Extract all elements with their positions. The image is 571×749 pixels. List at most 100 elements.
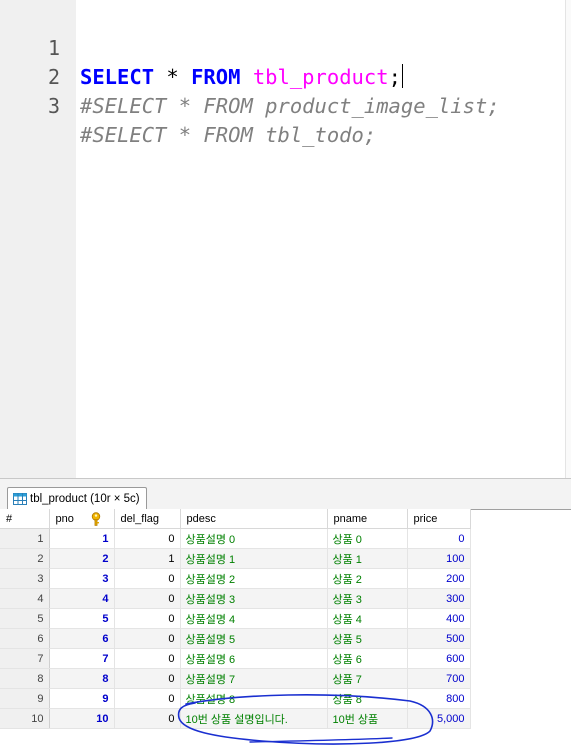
cell-del-flag[interactable]: 0 <box>114 528 181 549</box>
cell-pno[interactable]: 9 <box>49 688 115 709</box>
table-row[interactable]: 8 8 0 상품설명 7 상품 7 700 <box>0 668 471 689</box>
sql-space <box>240 65 252 89</box>
cell-price[interactable]: 0 <box>407 528 471 549</box>
grid-icon <box>13 492 27 505</box>
grid-header-row: # pno del_flag pdesc pname price <box>0 509 471 529</box>
column-header-pdesc[interactable]: pdesc <box>180 509 328 529</box>
cell-pdesc[interactable]: 상품설명 5 <box>180 628 328 649</box>
cell-pdesc[interactable]: 상품설명 2 <box>180 568 328 589</box>
row-number-cell[interactable]: 8 <box>0 668 50 689</box>
cell-pname[interactable]: 상품 1 <box>327 548 408 569</box>
column-header-price[interactable]: price <box>407 509 471 529</box>
row-number-cell[interactable]: 4 <box>0 588 50 609</box>
column-header-rownum[interactable]: # <box>0 509 50 529</box>
editor-line-2[interactable]: 2 #SELECT * FROM product_image_list; <box>0 34 500 118</box>
cell-pdesc[interactable]: 상품설명 0 <box>180 528 328 549</box>
cell-pname[interactable]: 상품 3 <box>327 588 408 609</box>
cell-pdesc[interactable]: 상품설명 1 <box>180 548 328 569</box>
cell-pno[interactable]: 1 <box>49 528 115 549</box>
cell-del-flag[interactable]: 0 <box>114 688 181 709</box>
row-number-cell[interactable]: 2 <box>0 548 50 569</box>
sql-operator: * <box>154 65 192 89</box>
row-number-cell[interactable]: 1 <box>0 528 50 549</box>
result-tab-label: tbl_product (10r × 5c) <box>30 492 140 505</box>
cell-pname[interactable]: 상품 5 <box>327 628 408 649</box>
column-header-pno[interactable]: pno <box>49 509 115 529</box>
cell-pname[interactable]: 상품 2 <box>327 568 408 589</box>
cell-del-flag[interactable]: 0 <box>114 568 181 589</box>
cell-pname[interactable]: 10번 상품 <box>327 708 408 729</box>
cell-price[interactable]: 100 <box>407 548 471 569</box>
editor-line-3[interactable]: 3 #SELECT * FROM tbl_todo; <box>0 63 376 147</box>
table-row[interactable]: 5 5 0 상품설명 4 상품 4 400 <box>0 608 471 629</box>
table-row[interactable]: 4 4 0 상품설명 3 상품 3 300 <box>0 588 471 609</box>
sql-terminator: ; <box>388 65 401 89</box>
result-grid[interactable]: # pno del_flag pdesc pname price 1 1 0 상품설명… <box>0 509 571 749</box>
editor-scrollbar[interactable] <box>565 0 571 478</box>
cell-pname[interactable]: 상품 6 <box>327 648 408 669</box>
table-row[interactable]: 1 1 0 상품설명 0 상품 00 <box>0 528 471 549</box>
cell-price[interactable]: 600 <box>407 648 471 669</box>
cell-pno[interactable]: 5 <box>49 608 115 629</box>
editor-line-1[interactable]: 1 SELECT * FROM tbl_product; <box>0 5 403 89</box>
cell-del-flag[interactable]: 0 <box>114 628 181 649</box>
cell-pno[interactable]: 4 <box>49 588 115 609</box>
cell-pname[interactable]: 상품 0 <box>327 528 408 549</box>
cell-pdesc[interactable]: 상품설명 6 <box>180 648 328 669</box>
cell-del-flag[interactable]: 0 <box>114 588 181 609</box>
row-number-cell[interactable]: 9 <box>0 688 50 709</box>
cell-del-flag[interactable]: 0 <box>114 708 181 729</box>
row-number-cell[interactable]: 3 <box>0 568 50 589</box>
table-row[interactable]: 6 6 0 상품설명 5 상품 5 500 <box>0 628 471 649</box>
cell-price[interactable]: 800 <box>407 688 471 709</box>
column-header-label: pno <box>55 512 74 525</box>
table-row[interactable]: 10 10 0 10번 상품 설명입니다. 10번 상품 5,000 <box>0 708 471 729</box>
cell-pname[interactable]: 상품 4 <box>327 608 408 629</box>
cell-pdesc[interactable]: 10번 상품 설명입니다. <box>180 708 328 729</box>
cell-del-flag[interactable]: 0 <box>114 608 181 629</box>
cell-pdesc[interactable]: 상품설명 3 <box>180 588 328 609</box>
result-panel: tbl_product (10r × 5c) # pno del_flag pd… <box>0 478 571 749</box>
row-number-cell[interactable]: 5 <box>0 608 50 629</box>
table-row[interactable]: 2 2 1 상품설명 1 상품 1 100 <box>0 548 471 569</box>
sql-keyword: SELECT <box>80 65 155 89</box>
cell-pno[interactable]: 8 <box>49 668 115 689</box>
code-comment[interactable]: #SELECT * FROM product_image_list; <box>80 92 500 121</box>
cell-pdesc[interactable]: 상품설명 8 <box>180 688 328 709</box>
column-header-pname[interactable]: pname <box>327 509 408 529</box>
cell-pno[interactable]: 7 <box>49 648 115 669</box>
code-text[interactable]: SELECT * FROM tbl_product; <box>80 63 403 92</box>
row-number-cell[interactable]: 10 <box>0 708 50 729</box>
cell-pno[interactable]: 10 <box>49 708 115 729</box>
cell-pno[interactable]: 3 <box>49 568 115 589</box>
row-number-cell[interactable]: 7 <box>0 648 50 669</box>
cell-price[interactable]: 200 <box>407 568 471 589</box>
table-row[interactable]: 9 9 0 상품설명 8 상품 8 800 <box>0 688 471 709</box>
sql-table-name: tbl_product <box>252 65 389 89</box>
text-caret <box>401 64 403 88</box>
cell-pname[interactable]: 상품 8 <box>327 688 408 709</box>
cell-del-flag[interactable]: 1 <box>114 548 181 569</box>
cell-pname[interactable]: 상품 7 <box>327 668 408 689</box>
cell-price[interactable]: 500 <box>407 628 471 649</box>
cell-price[interactable]: 5,000 <box>407 708 471 729</box>
cell-pno[interactable]: 2 <box>49 548 115 569</box>
cell-price[interactable]: 700 <box>407 668 471 689</box>
sql-editor[interactable]: 1 SELECT * FROM tbl_product; 2 #SELECT *… <box>0 0 571 478</box>
cell-pdesc[interactable]: 상품설명 4 <box>180 608 328 629</box>
line-number: 3 <box>47 94 60 118</box>
column-header-del-flag[interactable]: del_flag <box>114 509 181 529</box>
result-tab[interactable]: tbl_product (10r × 5c) <box>7 487 147 509</box>
sql-keyword: FROM <box>191 65 241 89</box>
cell-del-flag[interactable]: 0 <box>114 668 181 689</box>
cell-price[interactable]: 400 <box>407 608 471 629</box>
cell-pdesc[interactable]: 상품설명 7 <box>180 668 328 689</box>
table-row[interactable]: 3 3 0 상품설명 2 상품 2 200 <box>0 568 471 589</box>
code-comment[interactable]: #SELECT * FROM tbl_todo; <box>80 121 376 150</box>
cell-pno[interactable]: 6 <box>49 628 115 649</box>
table-row[interactable]: 7 7 0 상품설명 6 상품 6 600 <box>0 648 471 669</box>
row-number-cell[interactable]: 6 <box>0 628 50 649</box>
cell-del-flag[interactable]: 0 <box>114 648 181 669</box>
cell-price[interactable]: 300 <box>407 588 471 609</box>
result-tab-strip: tbl_product (10r × 5c) <box>0 479 571 510</box>
